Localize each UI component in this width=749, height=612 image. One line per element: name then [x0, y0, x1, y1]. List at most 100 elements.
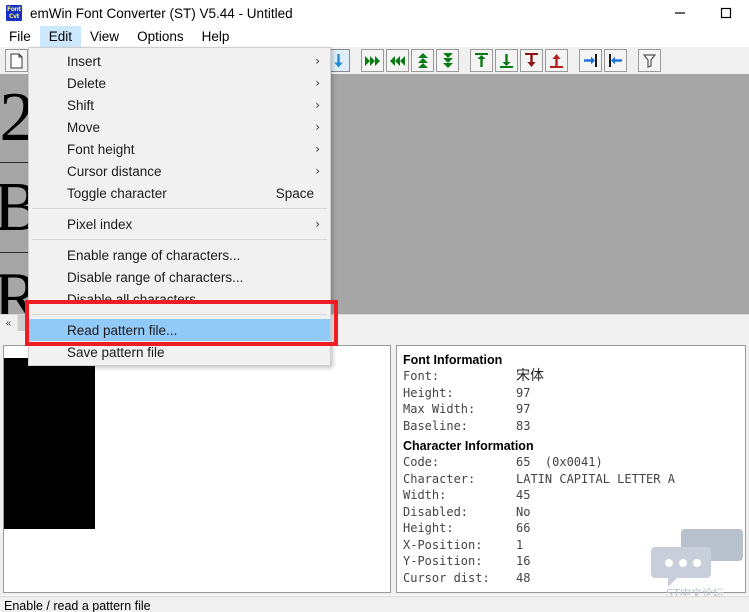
- menu-separator: [32, 208, 327, 209]
- menu-item-delete[interactable]: Delete ›: [29, 72, 330, 94]
- menu-item-label: Font height: [67, 141, 135, 157]
- font-info-key: Height:: [403, 385, 454, 400]
- character-preview-pane[interactable]: [3, 345, 391, 593]
- chevron-right-icon: ›: [315, 76, 320, 90]
- move-right-button[interactable]: [579, 49, 602, 72]
- scroll-left-arrow-icon[interactable]: «: [0, 315, 18, 332]
- font-info-key: Baseline:: [403, 418, 469, 433]
- menu-item-label: Save pattern file: [67, 344, 165, 360]
- shift-right-button[interactable]: [361, 49, 384, 72]
- menu-separator: [32, 314, 327, 315]
- char-info-row: Character: LATIN CAPITAL LETTER A: [403, 471, 745, 488]
- char-info-value: No: [516, 504, 531, 519]
- title-bar: Font Cvt emWin Font Converter (ST) V5.44…: [0, 0, 749, 26]
- status-bar-text: Enable / read a pattern file: [4, 599, 151, 612]
- char-info-value: 1: [516, 537, 524, 552]
- menu-item-insert[interactable]: Insert ›: [29, 50, 330, 72]
- menu-item-shift[interactable]: Shift ›: [29, 94, 330, 116]
- delete-top-button[interactable]: [520, 49, 543, 72]
- menu-options[interactable]: Options: [128, 26, 193, 47]
- window-title: emWin Font Converter (ST) V5.44 - Untitl…: [30, 5, 293, 21]
- menu-item-label: Toggle character: [67, 185, 167, 201]
- delete-bottom-button[interactable]: [545, 49, 568, 72]
- char-info-row: Width: 45: [403, 487, 745, 504]
- align-top-button[interactable]: [470, 49, 493, 72]
- menu-edit[interactable]: Edit: [39, 26, 82, 47]
- menu-item-cursor-distance[interactable]: Cursor distance ›: [29, 160, 330, 182]
- font-info-key: Font:: [403, 369, 440, 383]
- align-bottom-button[interactable]: [495, 49, 518, 72]
- char-info-value: 65 (0x0041): [516, 455, 603, 469]
- menu-separator: [32, 239, 327, 240]
- menu-item-disable-range[interactable]: Disable range of characters...: [29, 266, 330, 288]
- menu-item-toggle-character[interactable]: Toggle character Space: [29, 182, 330, 204]
- char-info-row: Height: 66: [403, 520, 745, 537]
- char-info-value: 48: [516, 570, 531, 585]
- char-info-row: X-Position: 1: [403, 537, 745, 554]
- font-info-value: 83: [516, 418, 531, 433]
- move-left-button[interactable]: [604, 49, 627, 72]
- char-info-value: 66: [516, 521, 531, 535]
- shift-left-button[interactable]: [386, 49, 409, 72]
- char-info-row: Code: 65 (0x0041): [403, 454, 745, 471]
- chevron-right-icon: ›: [315, 164, 320, 178]
- edit-dropdown-menu[interactable]: Insert › Delete › Shift › Move › Font he…: [28, 47, 331, 366]
- font-info-value: 97: [516, 385, 531, 400]
- font-info-value: 宋体: [516, 368, 544, 384]
- menu-item-label: Delete: [67, 75, 107, 91]
- lower-panel: Font Information Font: 宋体 Height: 97 Max W…: [0, 331, 749, 595]
- char-info-row: Disabled: No: [403, 504, 745, 521]
- menu-item-label: Enable range of characters...: [67, 247, 241, 263]
- window-controls: [657, 0, 749, 26]
- menu-item-label: Disable range of characters...: [67, 269, 244, 285]
- menu-bar: File Edit View Options Help: [0, 26, 749, 47]
- menu-item-label: Move: [67, 119, 101, 135]
- menu-item-label: Read pattern file...: [67, 322, 178, 338]
- menu-item-label: Disable all characters: [67, 291, 197, 307]
- chevron-right-icon: ›: [315, 54, 320, 68]
- menu-item-label: Insert: [67, 53, 101, 69]
- menu-file[interactable]: File: [0, 26, 40, 47]
- char-info-key: Code:: [403, 455, 440, 469]
- char-info-row: Y-Position: 16: [403, 553, 745, 570]
- menu-item-move[interactable]: Move ›: [29, 116, 330, 138]
- character-bitmap-preview: [4, 358, 95, 529]
- chevron-right-icon: ›: [315, 217, 320, 231]
- menu-help[interactable]: Help: [193, 26, 239, 47]
- menu-view[interactable]: View: [81, 26, 128, 47]
- font-info-value: 97: [516, 402, 531, 416]
- font-info-row: Font: 宋体: [403, 368, 745, 385]
- chevron-right-icon: ›: [315, 98, 320, 112]
- char-info-key: Disabled:: [403, 504, 469, 519]
- chevron-right-icon: ›: [315, 142, 320, 156]
- menu-item-font-height[interactable]: Font height ›: [29, 138, 330, 160]
- char-info-value: LATIN CAPITAL LETTER A: [516, 471, 675, 486]
- font-information-heading: Font Information: [403, 353, 503, 367]
- menu-item-enable-range[interactable]: Enable range of characters...: [29, 244, 330, 266]
- font-info-key: Max Width:: [403, 402, 476, 416]
- menu-item-accelerator: Space: [275, 185, 314, 201]
- minimize-button[interactable]: [657, 0, 703, 26]
- char-info-key: Y-Position:: [403, 554, 483, 568]
- char-info-key: Height:: [403, 521, 454, 535]
- menu-item-pixel-index[interactable]: Pixel index ›: [29, 213, 330, 235]
- status-bar: Enable / read a pattern file: [0, 596, 749, 612]
- menu-item-save-pattern-file[interactable]: Save pattern file: [29, 341, 330, 363]
- font-info-row: Height: 97: [403, 385, 745, 402]
- char-info-value: 16: [516, 554, 531, 568]
- shift-up-button[interactable]: [411, 49, 434, 72]
- shift-down-button[interactable]: [436, 49, 459, 72]
- app-icon-line1: Font: [7, 6, 21, 13]
- char-info-row: Cursor dist: 48: [403, 570, 745, 587]
- font-info-row: Baseline: 83: [403, 418, 745, 435]
- filter-button[interactable]: [638, 49, 661, 72]
- char-info-key: Cursor dist:: [403, 570, 490, 585]
- menu-item-disable-all[interactable]: Disable all characters: [29, 288, 330, 310]
- new-file-button[interactable]: [5, 49, 28, 72]
- maximize-button[interactable]: [703, 0, 749, 26]
- char-info-value: 45: [516, 488, 531, 502]
- char-info-key: Width:: [403, 488, 447, 502]
- app-icon-line2: Cvt: [8, 13, 20, 20]
- char-info-key: X-Position:: [403, 537, 483, 552]
- menu-item-read-pattern-file[interactable]: Read pattern file...: [29, 319, 330, 341]
